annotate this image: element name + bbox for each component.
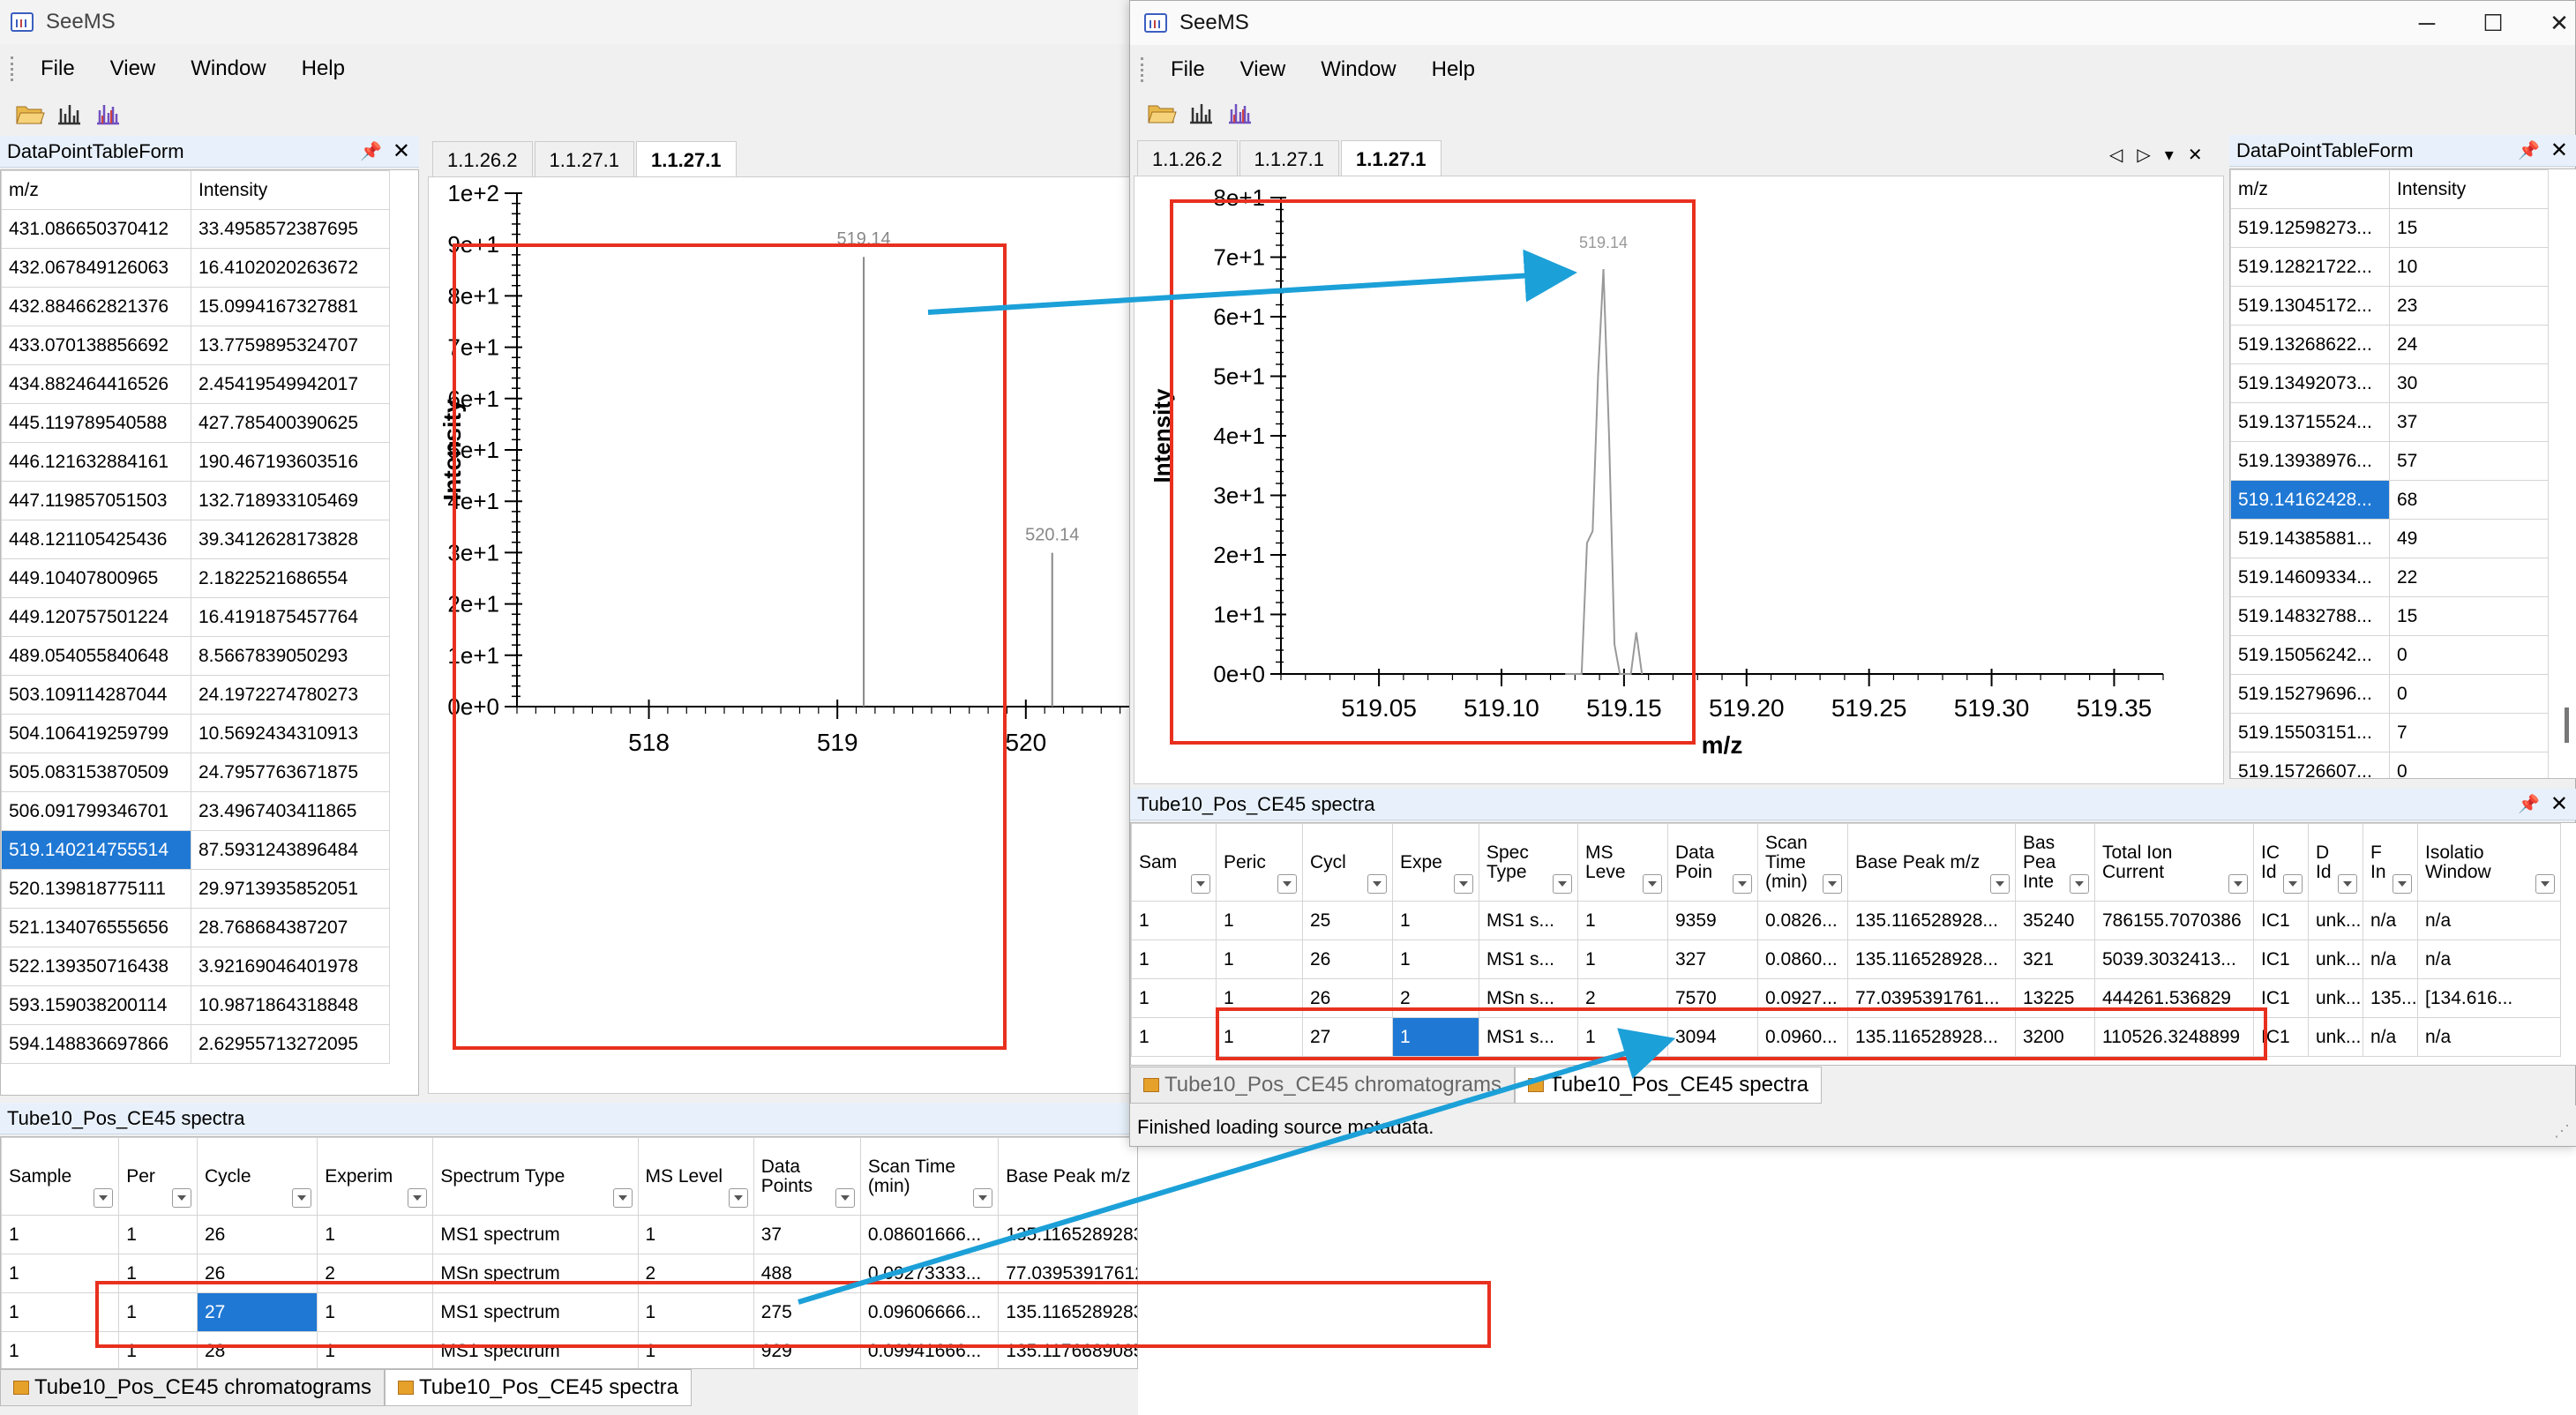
annotation-arrows	[798, 249, 1676, 1305]
arrow-chart-to-chart	[927, 249, 1577, 315]
arrow-row-to-row	[798, 1028, 1676, 1305]
